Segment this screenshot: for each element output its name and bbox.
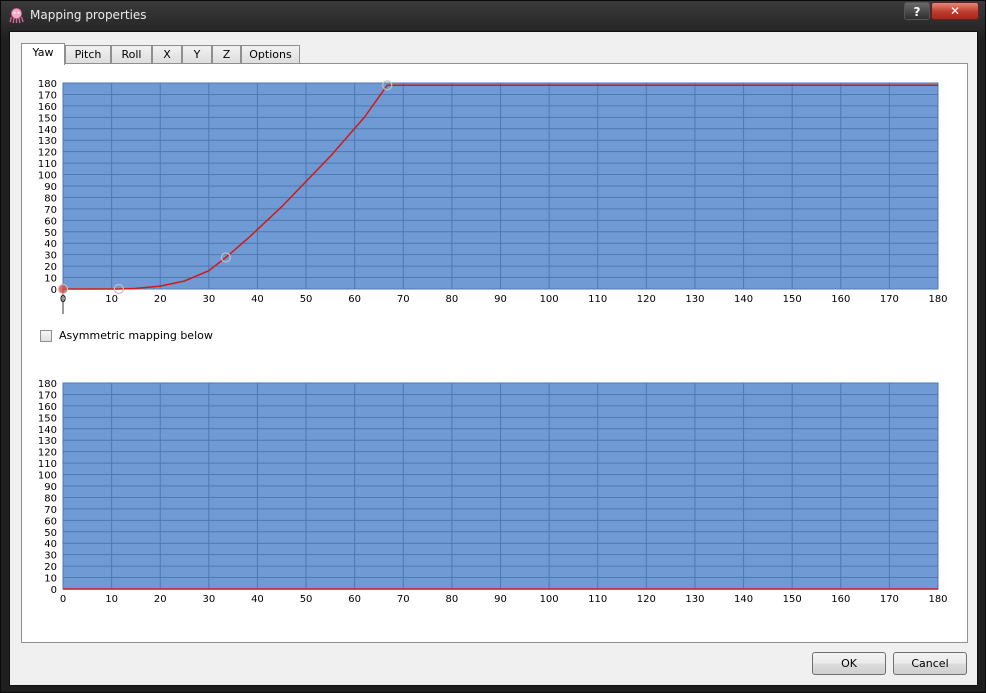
y-tick-label: 110 [38,459,57,470]
tab-roll[interactable]: Roll [111,45,152,64]
y-tick-label: 130 [38,436,57,447]
x-tick-label: 60 [348,594,361,604]
tab-z[interactable]: Z [212,45,241,64]
x-tick-label: 10 [105,294,118,305]
asymmetric-mapping-checkbox[interactable] [40,330,52,342]
x-tick-label: 100 [540,294,559,305]
x-tick-label: 0 [60,594,66,604]
control-point [57,283,69,295]
octopus-app-icon [9,7,24,24]
y-tick-label: 0 [51,285,57,296]
y-tick-label: 90 [44,482,57,493]
x-tick-label: 80 [446,594,459,604]
y-tick-label: 30 [44,551,57,562]
y-tick-label: 170 [38,90,57,101]
y-tick-label: 100 [38,471,57,482]
upper-mapping-chart[interactable]: 0102030405060708090100110120130140150160… [22,64,967,314]
close-button[interactable]: ✕ [931,2,979,20]
y-tick-label: 120 [38,148,57,159]
dialog-window: Mapping properties ? ✕ Yaw Pitch Roll X … [0,0,986,693]
y-tick-label: 150 [38,113,57,124]
y-tick-label: 180 [38,379,57,390]
tab-x[interactable]: X [152,45,182,64]
x-tick-label: 70 [397,294,410,305]
x-tick-label: 10 [105,594,118,604]
x-tick-label: 140 [734,594,753,604]
x-tick-label: 120 [637,294,656,305]
y-tick-label: 160 [38,102,57,113]
y-tick-label: 50 [44,228,57,239]
x-tick-label: 30 [202,594,215,604]
x-tick-label: 110 [588,594,607,604]
x-tick-label: 130 [685,294,704,305]
y-tick-label: 140 [38,425,57,436]
x-tick-label: 130 [685,594,704,604]
y-tick-label: 160 [38,402,57,413]
x-tick-label: 20 [154,594,167,604]
y-tick-label: 10 [44,274,57,285]
y-tick-label: 30 [44,251,57,262]
x-tick-label: 120 [637,594,656,604]
y-tick-label: 70 [44,505,57,516]
x-tick-label: 170 [880,294,899,305]
x-tick-label: 150 [783,594,802,604]
x-tick-label: 50 [300,294,313,305]
y-tick-label: 100 [38,171,57,182]
x-tick-label: 70 [397,594,410,604]
x-tick-label: 180 [928,294,947,305]
x-tick-label: 90 [494,294,507,305]
y-tick-label: 140 [38,125,57,136]
y-tick-label: 130 [38,136,57,147]
y-tick-label: 170 [38,390,57,401]
tab-pitch[interactable]: Pitch [65,45,111,64]
asymmetric-mapping-label: Asymmetric mapping below [59,329,213,342]
x-tick-label: 50 [300,594,313,604]
y-tick-label: 80 [44,193,57,204]
x-tick-label: 20 [154,294,167,305]
yaw-tab-pane: 0102030405060708090100110120130140150160… [21,63,968,643]
lower-mapping-chart[interactable]: 0 10 20 30 40 50 60 70 80 90 100 110 120 130 140 150 160… [22,364,967,604]
x-tick-label: 40 [251,294,264,305]
tab-yaw[interactable]: Yaw [21,43,65,65]
x-tick-label: 170 [880,594,899,604]
x-tick-label: 90 [494,594,507,604]
tab-options[interactable]: Options [241,45,300,64]
x-tick-label: 80 [446,294,459,305]
y-tick-label: 180 [38,79,57,90]
y-tick-label: 60 [44,516,57,527]
x-tick-label: 60 [348,294,361,305]
y-tick-label: 70 [44,205,57,216]
help-button[interactable]: ? [904,2,930,20]
title-bar[interactable]: Mapping properties ? ✕ [1,1,985,31]
dialog-client-area: Yaw Pitch Roll X Y Z Options 01020304050… [9,31,978,686]
y-tick-label: 0 [51,585,57,596]
y-tick-label: 60 [44,216,57,227]
x-tick-label: 180 [928,594,947,604]
y-tick-label: 40 [44,239,57,250]
y-tick-label: 80 [44,493,57,504]
x-tick-label: 150 [783,294,802,305]
x-tick-label: 110 [588,294,607,305]
x-tick-label: 160 [831,594,850,604]
x-tick-label: 30 [202,294,215,305]
x-tick-label: 140 [734,294,753,305]
y-tick-label: 110 [38,159,57,170]
y-tick-label: 90 [44,182,57,193]
x-tick-label: 100 [540,594,559,604]
y-tick-label: 50 [44,528,57,539]
y-tick-label: 120 [38,448,57,459]
x-tick-label: 160 [831,294,850,305]
y-tick-label: 20 [44,562,57,573]
window-title: Mapping properties [30,8,147,22]
ok-button[interactable]: OK [812,652,886,675]
y-tick-label: 150 [38,413,57,424]
cancel-button[interactable]: Cancel [893,652,967,675]
y-tick-label: 20 [44,262,57,273]
tab-y[interactable]: Y [182,45,212,64]
y-tick-label: 10 [44,574,57,585]
x-tick-label: 40 [251,594,264,604]
y-tick-label: 40 [44,539,57,550]
